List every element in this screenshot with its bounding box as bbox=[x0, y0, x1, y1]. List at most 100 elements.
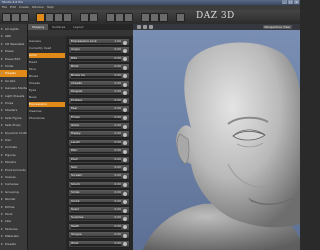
sidebar-item[interactable]: Scripts bbox=[0, 78, 27, 85]
gear-icon[interactable] bbox=[123, 40, 127, 45]
gear-icon[interactable] bbox=[123, 233, 127, 238]
gear-icon[interactable] bbox=[123, 225, 127, 230]
help-icon[interactable] bbox=[176, 13, 185, 22]
sidebar-item[interactable]: Shaders bbox=[0, 107, 27, 114]
morph-slider-row[interactable]: Wink 0.00 bbox=[68, 239, 130, 248]
gear-icon[interactable] bbox=[123, 191, 127, 196]
morph-slider-row[interactable]: Frown 0.00 bbox=[68, 113, 130, 122]
gear-icon[interactable] bbox=[123, 141, 127, 146]
tree-item[interactable]: Head bbox=[29, 60, 65, 65]
tree-item[interactable]: Nose bbox=[29, 95, 65, 100]
morph-slider-row[interactable]: Expressions Lock 1.00 bbox=[68, 38, 130, 46]
morph-slider-track[interactable] bbox=[71, 109, 121, 112]
sidebar-item[interactable]: Render bbox=[0, 196, 27, 203]
sidebar-item[interactable]: Animals bbox=[0, 144, 27, 151]
morph-slider-track[interactable] bbox=[71, 193, 121, 196]
morph-slider-track[interactable] bbox=[71, 151, 121, 154]
sidebar-item[interactable]: Cameras bbox=[0, 181, 27, 188]
morph-slider-row[interactable]: Blink 0.00 bbox=[68, 63, 130, 72]
tree-item[interactable]: Currently Used bbox=[29, 46, 65, 51]
sidebar-item[interactable]: CR Wearable bbox=[0, 41, 27, 48]
gear-icon[interactable] bbox=[123, 183, 127, 188]
morph-slider-row[interactable]: Glare 0.00 bbox=[68, 122, 130, 130]
morph-slider-row[interactable]: Cheeks 0.00 bbox=[68, 80, 130, 88]
tree-item[interactable]: Phonemes bbox=[29, 116, 65, 121]
gear-icon[interactable] bbox=[123, 216, 127, 221]
morph-slider-row[interactable]: Angry 0.00 bbox=[68, 46, 130, 55]
morph-slider-track[interactable] bbox=[71, 210, 121, 212]
gear-icon[interactable] bbox=[123, 242, 127, 247]
tree-item[interactable]: Actor bbox=[29, 53, 65, 58]
gear-icon[interactable] bbox=[123, 132, 127, 137]
sidebar-item[interactable]: Smile bbox=[0, 63, 27, 70]
morph-slider-row[interactable]: Brows Up 0.00 bbox=[68, 71, 130, 80]
morph-slider-row[interactable]: Laugh 0.00 bbox=[68, 138, 130, 147]
gear-icon[interactable] bbox=[123, 74, 127, 79]
sidebar-item[interactable]: Libs bbox=[0, 218, 27, 225]
camera-selector[interactable]: Perspective View bbox=[262, 25, 292, 29]
morph-slider-track[interactable] bbox=[71, 168, 121, 170]
morph-slider-row[interactable]: Shock 0.00 bbox=[68, 180, 130, 189]
sidebar-item[interactable]: Poses bbox=[0, 48, 27, 55]
tree-item[interactable]: Eyes bbox=[29, 88, 65, 93]
tree-item[interactable]: Genesis bbox=[29, 39, 65, 44]
sidebar-item[interactable]: Props bbox=[0, 100, 27, 107]
move-tool-icon[interactable] bbox=[45, 13, 54, 22]
morph-slider-row[interactable]: Scream 0.00 bbox=[68, 172, 130, 181]
sidebar-item[interactable]: Dynamic Cloth bbox=[0, 130, 27, 137]
sidebar-item[interactable]: ARK bbox=[0, 33, 27, 40]
gear-icon[interactable] bbox=[123, 149, 127, 154]
gear-icon[interactable] bbox=[123, 166, 127, 171]
new-scene-icon[interactable] bbox=[2, 13, 11, 22]
morph-slider-track[interactable] bbox=[71, 76, 121, 78]
morph-slider-track[interactable] bbox=[71, 235, 121, 238]
sidebar-item[interactable]: Genesis Starter bbox=[0, 85, 27, 92]
morph-slider-row[interactable]: Fear 0.00 bbox=[68, 105, 130, 114]
morph-slider-track[interactable] bbox=[71, 244, 121, 246]
tree-item[interactable]: Face bbox=[29, 67, 65, 72]
gear-icon[interactable] bbox=[123, 124, 127, 129]
gear-icon[interactable] bbox=[123, 116, 127, 121]
sidebar-item[interactable]: Tools bbox=[0, 211, 27, 218]
view-zoom-icon[interactable] bbox=[149, 25, 153, 29]
rotate-tool-icon[interactable] bbox=[54, 13, 63, 22]
gear-icon[interactable] bbox=[123, 57, 127, 62]
sidebar-item[interactable]: Scenes bbox=[0, 174, 27, 181]
morph-slider-track[interactable] bbox=[71, 42, 121, 44]
save-icon[interactable] bbox=[20, 13, 29, 22]
morph-slider-track[interactable] bbox=[71, 67, 121, 70]
morph-slider-track[interactable] bbox=[71, 134, 121, 137]
minimize-button[interactable]: _ bbox=[282, 0, 287, 4]
morph-slider-row[interactable]: Bite 0.00 bbox=[68, 54, 130, 63]
morph-slider-track[interactable] bbox=[71, 185, 121, 187]
morph-slider-track[interactable] bbox=[71, 218, 121, 221]
gear-icon[interactable] bbox=[123, 65, 127, 70]
gear-icon[interactable] bbox=[123, 82, 127, 87]
sidebar-item[interactable]: Hair bbox=[0, 137, 27, 144]
camera-tool-icon[interactable] bbox=[124, 13, 133, 22]
morph-slider-row[interactable]: Teeth 0.00 bbox=[68, 222, 130, 231]
sidebar-item[interactable]: Grouping bbox=[0, 189, 27, 196]
view-rotate-icon[interactable] bbox=[137, 25, 141, 29]
morph-slider-row[interactable]: Snarl 0.00 bbox=[68, 206, 130, 214]
morph-slider-row[interactable]: Surprise 0.00 bbox=[68, 214, 130, 223]
morph-slider-row[interactable]: Smirk 0.00 bbox=[68, 197, 130, 206]
sidebar-item[interactable]: Presets bbox=[0, 241, 27, 248]
maximize-button[interactable]: □ bbox=[288, 0, 293, 4]
spot-render-icon[interactable] bbox=[150, 13, 159, 22]
morph-slider-row[interactable]: Ecstasy 0.00 bbox=[68, 96, 130, 105]
sidebar-item[interactable]: Poses Edit bbox=[0, 56, 27, 63]
sidebar-item[interactable]: Light Presets bbox=[0, 93, 27, 100]
morph-slider-row[interactable]: Smile 0.00 bbox=[68, 189, 130, 198]
sidebar-item[interactable]: Presets bbox=[0, 70, 27, 78]
close-button[interactable]: ✕ bbox=[294, 0, 299, 4]
morph-slider-track[interactable] bbox=[71, 160, 121, 162]
render-settings-icon[interactable] bbox=[89, 13, 98, 22]
sidebar-item[interactable]: Materials bbox=[0, 233, 27, 240]
geometry-editor-icon[interactable] bbox=[159, 13, 168, 22]
light-tool-icon[interactable] bbox=[141, 13, 150, 22]
sidebar-item[interactable]: Figures bbox=[0, 152, 27, 159]
open-icon[interactable] bbox=[11, 13, 20, 22]
sidebar-item[interactable]: Morphs bbox=[0, 159, 27, 166]
morph-slider-track[interactable] bbox=[71, 92, 121, 95]
